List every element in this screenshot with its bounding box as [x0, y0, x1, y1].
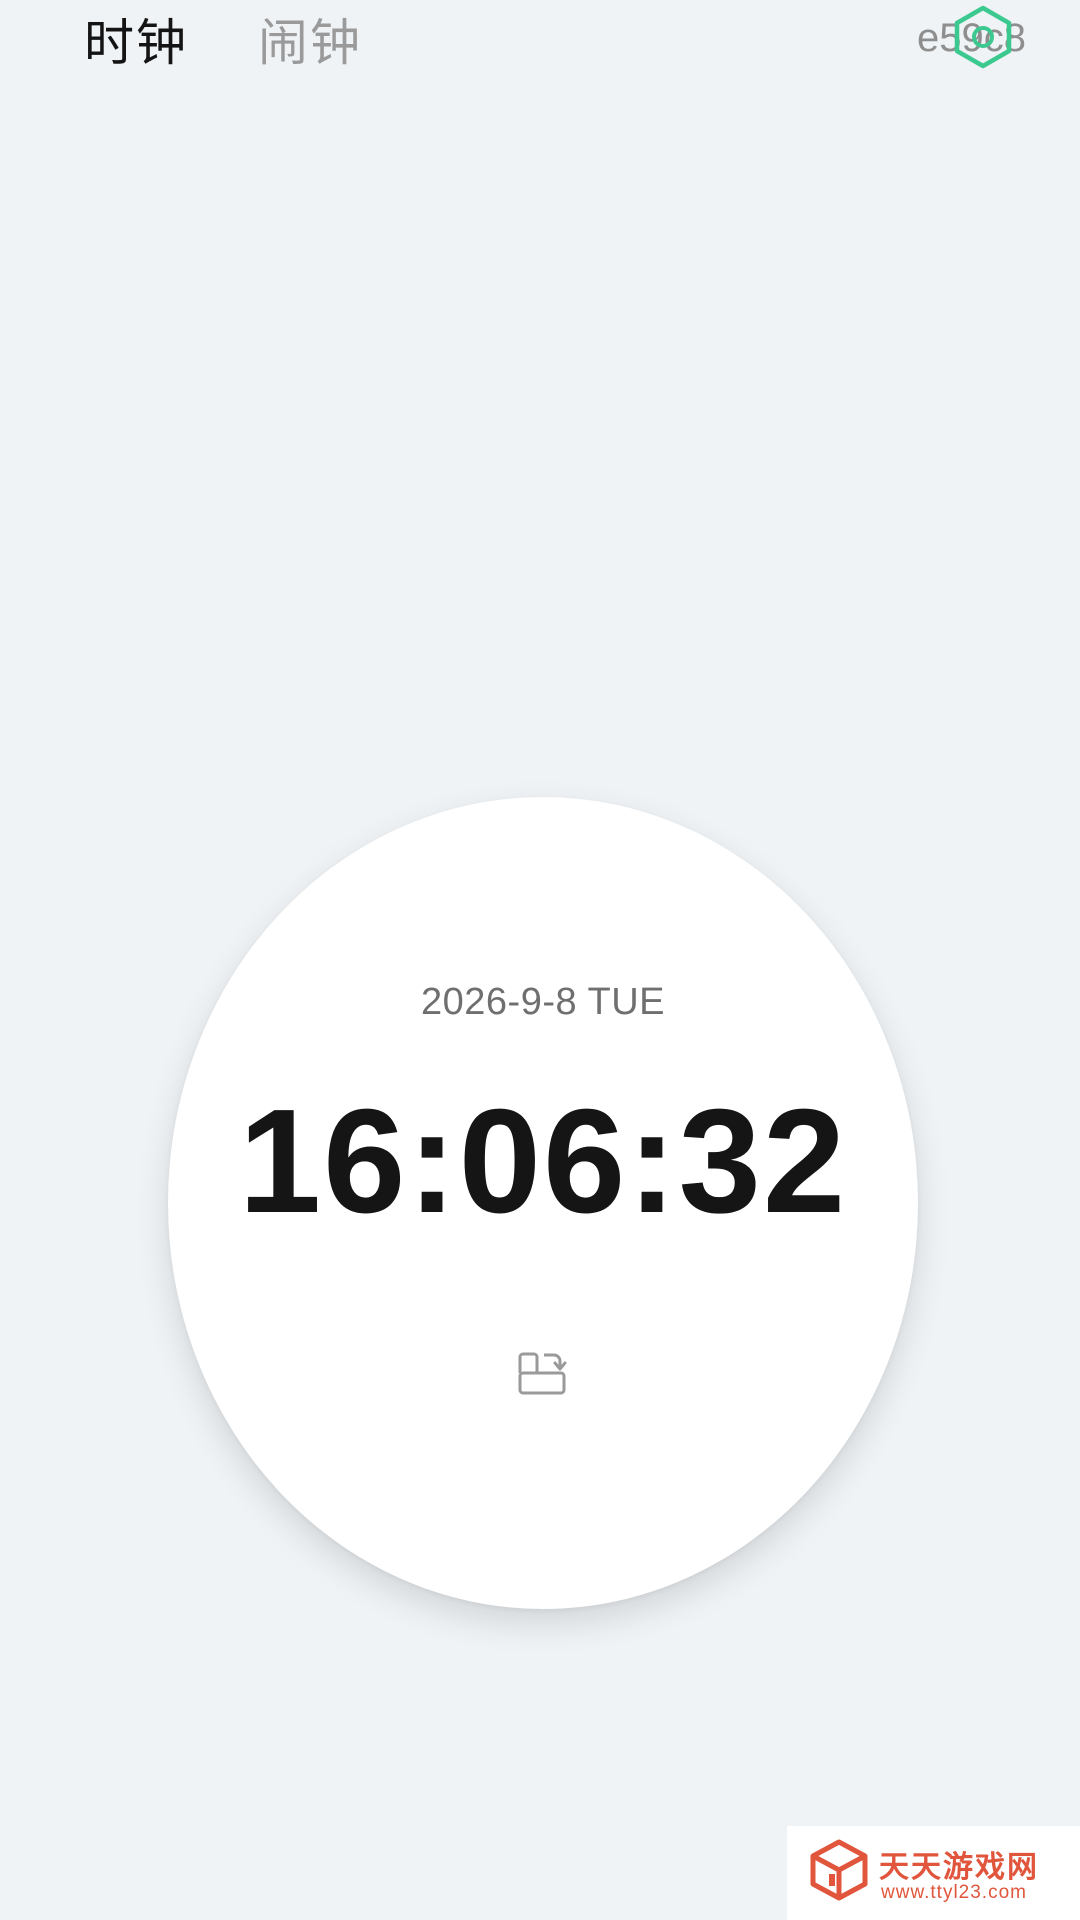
clock-date: 2026-9-8 TUE — [421, 981, 665, 1023]
tab-clock[interactable]: 时钟 — [84, 8, 188, 78]
rotate-screen-icon[interactable] — [514, 1345, 570, 1401]
top-tab-bar: 时钟 闹钟 e59c8 — [0, 0, 1080, 100]
clock-screen: 时钟 闹钟 e59c8 2026-9-8 TUE 16:06:32 天天游戏网 … — [0, 0, 1080, 1920]
clock-face: 2026-9-8 TUE 16:06:32 — [168, 797, 918, 1609]
cube-logo-icon — [810, 1839, 868, 1901]
watermark-url: www.ttyl23.com — [881, 1882, 1027, 1903]
site-watermark: 天天游戏网 www.ttyl23.com — [787, 1826, 1080, 1920]
clock-time: 16:06:32 — [238, 1079, 848, 1244]
hexagon-outline-icon[interactable] — [948, 2, 1018, 72]
watermark-title: 天天游戏网 — [879, 1850, 1039, 1885]
tab-alarm[interactable]: 闹钟 — [258, 8, 362, 78]
